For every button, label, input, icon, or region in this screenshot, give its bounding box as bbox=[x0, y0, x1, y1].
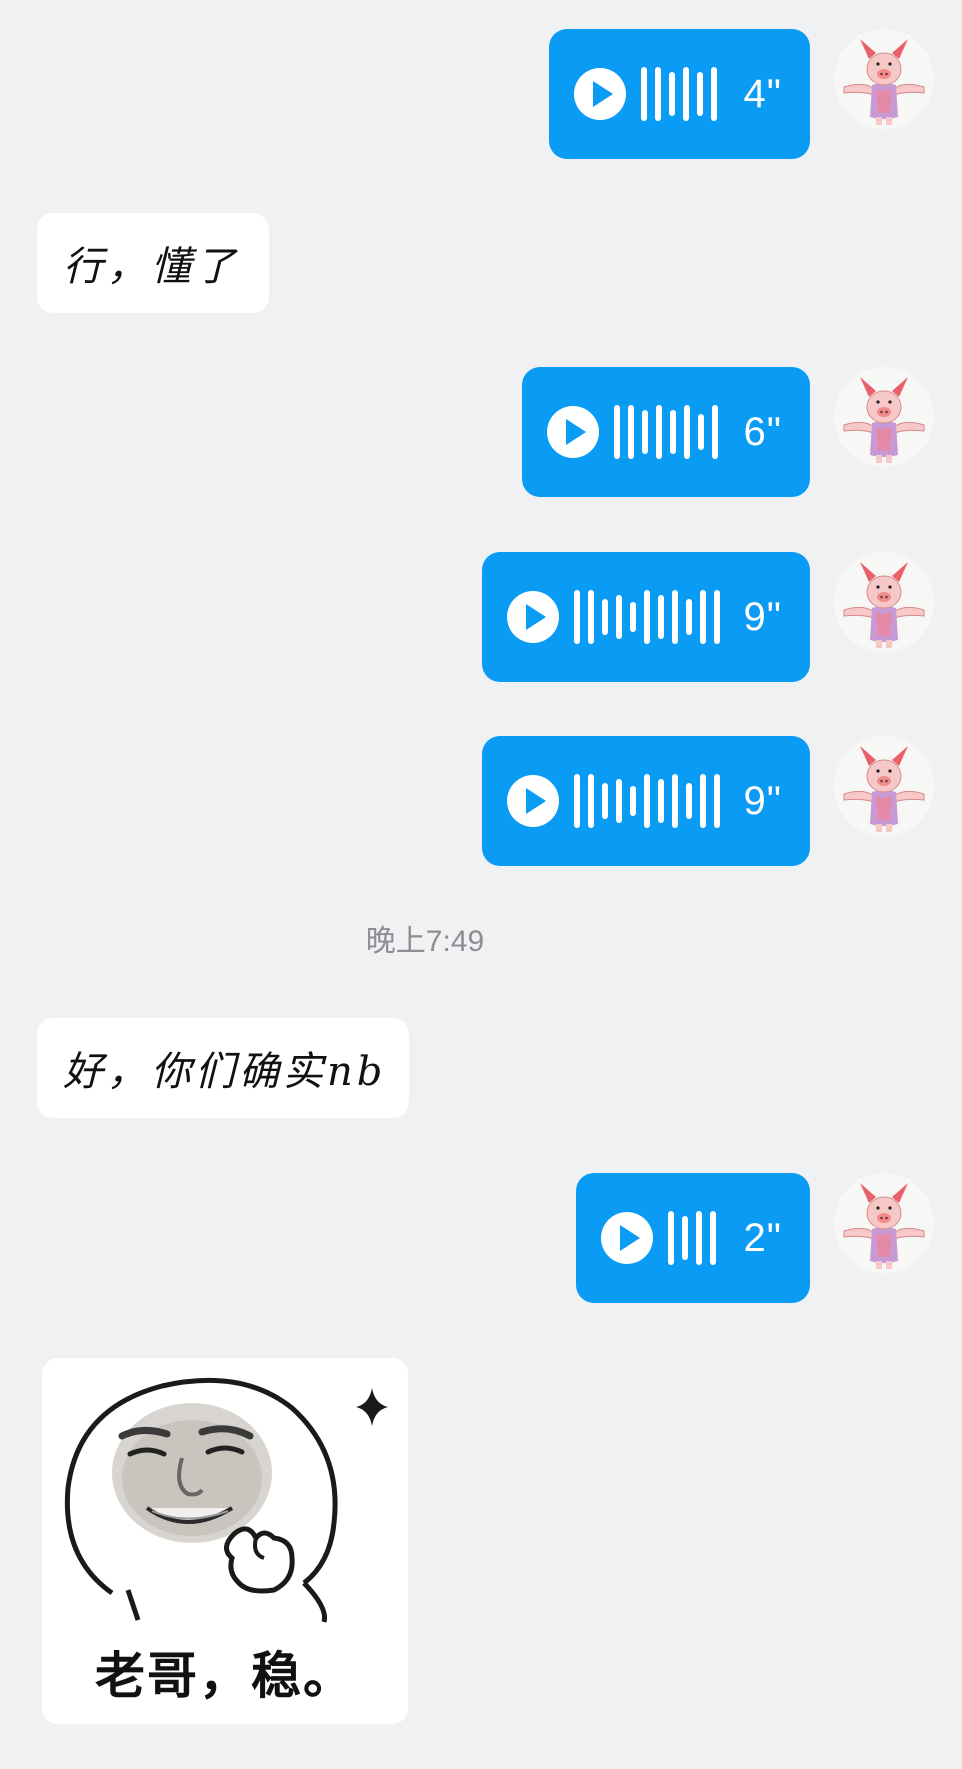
chat-area: 4" 行，懂了 6" 9" 9" 晚上7:49 好，你们确实nb 2" 老哥，稳… bbox=[0, 0, 962, 1769]
voice-duration: 4" bbox=[743, 72, 782, 116]
voice-message[interactable]: 9" bbox=[482, 736, 810, 866]
piglet-avatar-icon bbox=[834, 736, 934, 836]
voice-message[interactable]: 2" bbox=[576, 1173, 810, 1303]
play-icon[interactable] bbox=[546, 405, 600, 459]
voice-waveform-icon bbox=[574, 590, 720, 644]
play-icon[interactable] bbox=[573, 67, 627, 121]
voice-duration: 9" bbox=[743, 595, 782, 639]
voice-waveform-icon bbox=[641, 67, 717, 121]
voice-waveform-icon bbox=[668, 1211, 716, 1265]
play-icon[interactable] bbox=[506, 774, 560, 828]
avatar[interactable] bbox=[834, 29, 934, 129]
piglet-avatar-icon bbox=[834, 29, 934, 129]
piglet-avatar-icon bbox=[834, 367, 934, 467]
voice-waveform-icon bbox=[614, 405, 718, 459]
sticker-message[interactable]: 老哥，稳。 bbox=[42, 1358, 408, 1724]
avatar[interactable] bbox=[834, 367, 934, 467]
voice-duration: 9" bbox=[743, 779, 782, 823]
avatar[interactable] bbox=[834, 552, 934, 652]
voice-duration: 6" bbox=[743, 410, 782, 454]
sticker-caption: 老哥，稳。 bbox=[95, 1647, 355, 1705]
voice-message[interactable]: 4" bbox=[549, 29, 810, 159]
play-icon[interactable] bbox=[506, 590, 560, 644]
text-message[interactable]: 好，你们确实nb bbox=[37, 1018, 409, 1118]
message-timestamp: 晚上7:49 bbox=[365, 925, 485, 958]
message-text: 好，你们确实nb bbox=[63, 1049, 387, 1095]
sparkle-icon bbox=[356, 1388, 388, 1426]
text-message[interactable]: 行，懂了 bbox=[37, 213, 269, 313]
voice-message[interactable]: 6" bbox=[522, 367, 810, 497]
piglet-avatar-icon bbox=[834, 1173, 934, 1273]
message-text: 行，懂了 bbox=[63, 244, 239, 290]
voice-duration: 2" bbox=[743, 1216, 782, 1260]
voice-waveform-icon bbox=[574, 774, 720, 828]
avatar[interactable] bbox=[834, 736, 934, 836]
avatar[interactable] bbox=[834, 1173, 934, 1273]
play-icon[interactable] bbox=[600, 1211, 654, 1265]
piglet-avatar-icon bbox=[834, 552, 934, 652]
voice-message[interactable]: 9" bbox=[482, 552, 810, 682]
